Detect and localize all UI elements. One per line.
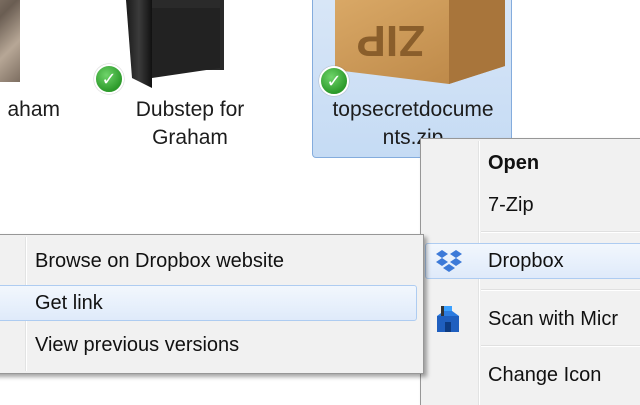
menu-item-browse-dropbox[interactable]: Browse on Dropbox website: [0, 243, 417, 279]
menu-item-label: View previous versions: [35, 334, 240, 356]
zip-box-text: ZIP: [357, 16, 425, 65]
photo-thumbnail: [0, 0, 20, 82]
file-label: aham: [7, 98, 60, 121]
desktop-area: aham ✓ Dubstep for Graham ZIP ✓ topsecre…: [0, 0, 640, 405]
menu-item-7zip[interactable]: 7-Zip: [425, 187, 640, 223]
menu-separator: [481, 345, 640, 347]
menu-item-label: 7-Zip: [488, 194, 534, 216]
dropbox-icon: [436, 250, 462, 272]
menu-item-open[interactable]: Open: [425, 145, 640, 181]
menu-separator: [481, 231, 640, 233]
menu-item-label: Dropbox: [488, 250, 564, 272]
file-label: Dubstep for Graham: [135, 98, 245, 149]
context-menu: Open 7-Zip Dropbox Scan with Micr Change…: [420, 138, 640, 405]
file-item-graham[interactable]: aham: [0, 0, 70, 160]
file-item-dubstep-folder[interactable]: ✓ Dubstep for Graham: [94, 0, 280, 160]
menu-item-label: Open: [488, 152, 540, 174]
menu-item-scan[interactable]: Scan with Micr: [425, 301, 640, 337]
sync-check-icon: ✓: [319, 66, 349, 96]
zip-box-icon: ZIP: [335, 0, 505, 84]
menu-item-previous-versions[interactable]: View previous versions: [0, 327, 417, 363]
black-folder-icon: [126, 0, 224, 88]
menu-item-get-link[interactable]: Get link: [0, 285, 417, 321]
menu-item-label: Scan with Micr: [488, 308, 619, 330]
file-item-zip-selected[interactable]: ZIP ✓ topsecretdocume nts.zip: [312, 0, 512, 158]
menu-item-change-icon[interactable]: Change Icon: [425, 357, 640, 393]
menu-item-label: Browse on Dropbox website: [35, 250, 285, 272]
menu-item-label: Change Icon: [488, 364, 602, 386]
shield-icon: [437, 306, 459, 332]
menu-item-label: Get link: [35, 292, 103, 314]
menu-separator: [481, 289, 640, 291]
dropbox-submenu: Browse on Dropbox website Get link View …: [0, 234, 424, 374]
menu-item-dropbox[interactable]: Dropbox: [425, 243, 640, 279]
sync-check-icon: ✓: [94, 64, 124, 94]
